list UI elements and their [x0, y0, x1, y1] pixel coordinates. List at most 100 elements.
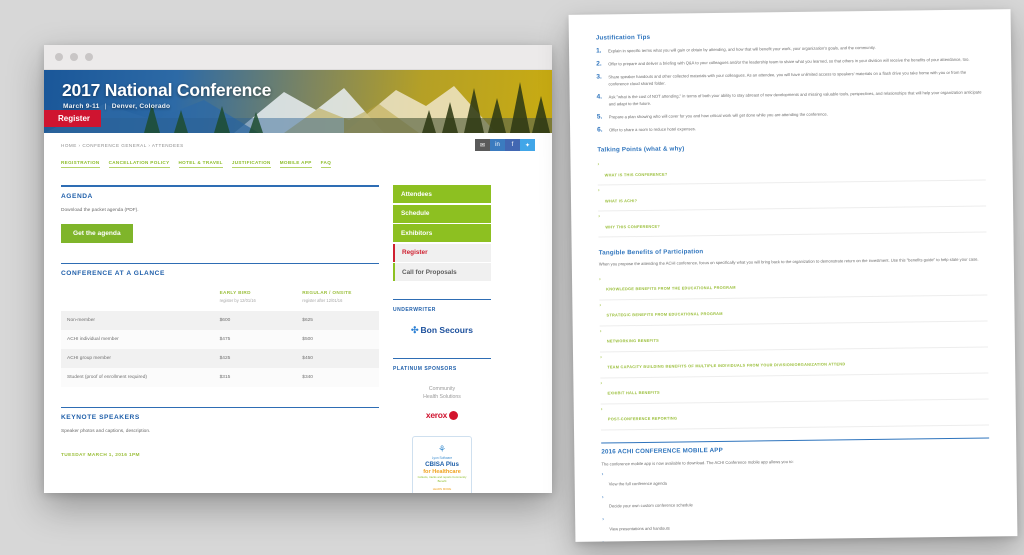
get-agenda-button[interactable]: Get the agenda — [61, 223, 133, 243]
sidebar-item-exhibitors[interactable]: Exhibitors — [393, 224, 491, 242]
list-text: Prepare a plan showing who will cover fo… — [608, 111, 828, 120]
subnav-item-registration[interactable]: REGISTRATION — [61, 160, 100, 168]
email-icon[interactable]: ✉ — [475, 139, 490, 151]
agenda-section: AGENDA Download the packet agenda (PDF).… — [61, 185, 379, 243]
list-number: 2. — [596, 60, 602, 68]
accordion-label: TEAM CAPACITY BUILDING BENEFITS OF MULTI… — [607, 361, 846, 370]
table-row: Student (proof of enrollment required) $… — [61, 367, 379, 387]
list-number: 1. — [595, 46, 602, 55]
sidebar-item-register[interactable]: Register — [393, 243, 491, 262]
cbisa-tagline: Collects, tracks and reports Community B… — [417, 474, 467, 483]
pricing-row-early: $600 — [219, 317, 231, 323]
pricing-row-regular: $500 — [302, 336, 313, 342]
list-text: View presentations and handouts — [609, 525, 670, 532]
cbisa-mark-icon: ⚘ — [437, 443, 447, 454]
list-item: View the full conference agenda — [602, 467, 990, 490]
section-subnav: REGISTRATION CANCELLATION POLICY HOTEL &… — [44, 160, 552, 168]
accordion-label: NETWORKING BENEFITS — [606, 337, 659, 344]
mobile-app-section: 2016 ACHI CONFERENCE MOBILE APP The conf… — [601, 437, 992, 542]
list-item: 5. Prepare a plan showing who will cover… — [597, 109, 985, 121]
glance-heading: CONFERENCE AT A GLANCE — [61, 270, 165, 278]
screenshot-stage: 2017 National Conference March 9-11 | De… — [0, 0, 1024, 555]
underwriter-logo[interactable]: ✣ Bon Secours — [393, 313, 491, 342]
pricing-table: EARLY BIRD register by 12/01/16 REGULAR … — [61, 284, 379, 387]
chs-line-1: Community — [428, 386, 456, 393]
tangible-benefits-accordion: KNOWLEDGE BENEFITS FROM THE EDUCATIONAL … — [598, 269, 989, 431]
pricing-col-early-bird-title: EARLY BIRD — [219, 290, 251, 296]
cbisa-learn-more[interactable]: LEARN MORE — [433, 487, 452, 491]
accordion-label: KNOWLEDGE BENEFITS FROM THE EDUCATIONAL … — [606, 284, 736, 292]
hero-title: 2017 National Conference — [62, 80, 272, 100]
platinum-divider — [393, 357, 491, 360]
mobile-app-heading: 2016 ACHI CONFERENCE MOBILE APP — [601, 446, 723, 456]
glance-section: CONFERENCE AT A GLANCE EARLY BIRD regist… — [61, 262, 379, 387]
page-columns: AGENDA Download the packet agenda (PDF).… — [44, 168, 552, 493]
keynote-section: KEYNOTE SPEAKERS Speaker photos and capt… — [61, 406, 379, 460]
pricing-row-regular: $450 — [302, 355, 313, 361]
subnav-item-mobile-app[interactable]: MOBILE APP — [279, 160, 312, 168]
window-maximize-dot[interactable] — [85, 53, 93, 61]
underwriter-divider — [393, 298, 491, 300]
subnav-item-cancellation-policy[interactable]: CANCELLATION POLICY — [108, 160, 170, 168]
breadcrumb[interactable]: HOME › CONFERENCE GENERAL › ATTENDEES — [61, 143, 535, 148]
sidebar-item-call-for-proposals[interactable]: Call for Proposals — [393, 263, 491, 281]
pricing-row-regular: $625 — [302, 317, 313, 323]
pricing-row-label: Student (proof of enrollment required) — [67, 374, 147, 380]
hero-location: Denver, Colorado — [111, 103, 171, 110]
pricing-table-head: EARLY BIRD register by 12/01/16 REGULAR … — [61, 284, 379, 311]
breadcrumb-row: HOME › CONFERENCE GENERAL › ATTENDEES ✉ … — [44, 133, 552, 159]
table-row: ACHI group member $425 $450 — [61, 348, 379, 368]
window-close-dot[interactable] — [55, 53, 63, 61]
linkedin-icon[interactable]: in — [490, 139, 505, 151]
keynote-heading: KEYNOTE SPEAKERS — [61, 414, 140, 422]
subnav-item-hotel-travel[interactable]: HOTEL & TRAVEL — [178, 160, 223, 168]
subnav-item-faq[interactable]: FAQ — [320, 160, 332, 168]
accordion-item[interactable]: POST-CONFERENCE REPORTING — [600, 399, 989, 431]
social-links: ✉ in f ✦ — [475, 139, 535, 151]
sidebar-item-schedule[interactable]: Schedule — [393, 204, 491, 223]
twitter-icon[interactable]: ✦ — [520, 139, 535, 151]
pricing-row-early: $475 — [219, 336, 231, 342]
agenda-heading: AGENDA — [61, 192, 93, 200]
hero-register-button[interactable]: Register — [44, 110, 102, 127]
chs-line-2: Health Solutions — [423, 393, 461, 400]
sponsor-xerox[interactable]: xerox — [393, 401, 491, 420]
tangible-benefits-intro: When you propose the attending the ACHI … — [598, 256, 979, 267]
window-minimize-dot[interactable] — [70, 53, 78, 61]
glance-divider — [61, 262, 379, 265]
accordion-label: WHY THIS CONFERENCE? — [605, 223, 661, 229]
subnav-item-justification[interactable]: JUSTIFICATION — [231, 160, 271, 168]
hero-subtitle: March 9-11 | Denver, Colorado — [63, 103, 170, 110]
hero-banner: 2017 National Conference March 9-11 | De… — [44, 70, 552, 133]
sponsor-community-health-solutions[interactable]: Community Health Solutions — [393, 372, 491, 401]
browser-window: 2017 National Conference March 9-11 | De… — [44, 45, 552, 493]
list-item: 3. Share speaker handouts and other coll… — [596, 69, 984, 88]
sidebar-nav: Attendees Schedule Exhibitors Register C… — [393, 185, 491, 283]
xerox-wordmark: xerox — [425, 410, 448, 421]
hero-dates: March 9-11 — [63, 103, 100, 110]
list-number: 6. — [597, 126, 603, 134]
pricing-table-body: Non-member $600 $625 ACHI individual mem… — [61, 310, 379, 387]
keynote-session-time: TUESDAY MARCH 1, 2016 1PM — [61, 453, 140, 459]
list-number: 4. — [596, 93, 603, 101]
browser-title-bar — [44, 45, 552, 70]
cbisa-brand: Lyon Software — [431, 455, 453, 460]
justification-heading: Justification Tips — [595, 33, 651, 42]
list-item: 1. Explain in specific terms what you wi… — [596, 43, 984, 55]
sidebar-item-attendees[interactable]: Attendees — [393, 185, 491, 203]
accordion-label: POST-CONFERENCE REPORTING — [607, 415, 678, 422]
main-column: AGENDA Download the packet agenda (PDF).… — [61, 185, 379, 493]
sponsor-cbisa-plus[interactable]: ⚘ Lyon Software CBISA Plus for Healthcar… — [412, 436, 472, 493]
pricing-row-label: ACHI individual member — [67, 336, 119, 342]
talking-points-accordion: WHAT IS THIS CONFERENCE? WHAT IS ACHI? W… — [597, 154, 987, 238]
mobile-app-bullets: View the full conference agenda Decide y… — [602, 467, 992, 542]
list-text: Decide your own custom conference schedu… — [608, 502, 693, 509]
facebook-icon[interactable]: f — [505, 139, 520, 151]
list-text: Explain in specific terms what you will … — [608, 44, 876, 53]
list-item: 4. Ask "what is the cost of NOT attendin… — [597, 89, 985, 108]
list-text: Share speaker handouts and other collect… — [608, 69, 967, 87]
pricing-row-label: ACHI group member — [67, 355, 111, 361]
list-text: Ask "what is the cost of NOT attending,"… — [608, 89, 982, 107]
agenda-body: Download the packet agenda (PDF). — [61, 207, 139, 213]
accordion-item[interactable]: WHY THIS CONFERENCE? — [598, 206, 987, 238]
